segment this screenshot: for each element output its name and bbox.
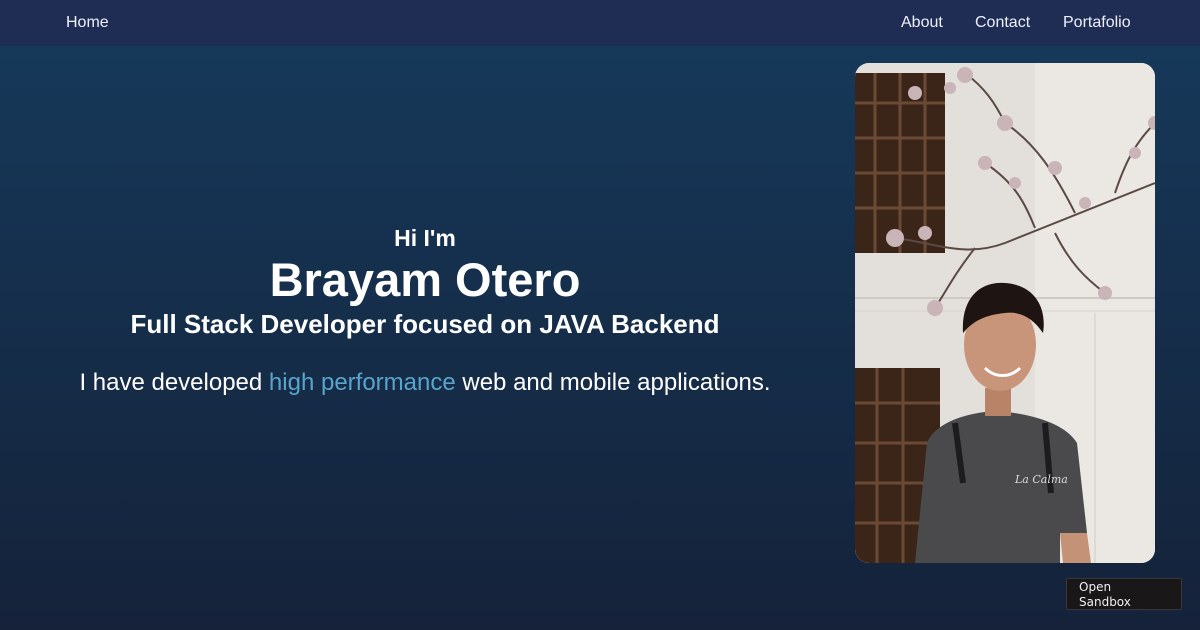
top-navbar: Home About Contact Portafolio (0, 0, 1200, 46)
hero-role: Full Stack Developer focused on JAVA Bac… (130, 309, 720, 339)
description-highlight: high performance (268, 369, 456, 396)
svg-text:La Calma: La Calma (1014, 473, 1068, 486)
hero-greeting: Hi I'm (394, 225, 456, 251)
sandbox-label-line2: Sandbox (1079, 595, 1131, 609)
hero-section: Hi I'm Brayam Otero Full Stack Developer… (60, 224, 790, 398)
sandbox-label-line1: Open (1079, 580, 1112, 594)
nav-link-home[interactable]: Home (66, 14, 109, 32)
hero-description: I have developed high performance web an… (60, 368, 790, 398)
description-text-end: web and mobile applications. (455, 369, 771, 396)
description-text-start: I have developed (79, 369, 269, 396)
open-sandbox-button[interactable]: Open Sandbox (1066, 578, 1182, 610)
nav-link-about[interactable]: About (901, 14, 943, 32)
profile-photo-illustration: La Calma (855, 63, 1155, 563)
nav-link-contact[interactable]: Contact (975, 14, 1030, 32)
hero-name: Brayam Otero (269, 253, 581, 306)
nav-link-portfolio[interactable]: Portafolio (1063, 14, 1131, 32)
profile-photo: La Calma (855, 63, 1155, 563)
